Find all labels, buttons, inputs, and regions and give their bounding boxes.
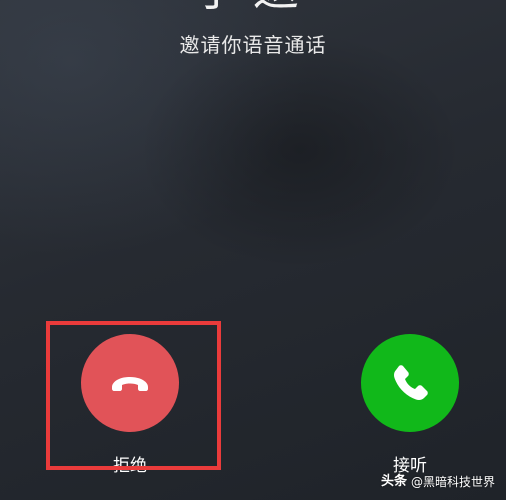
call-subtitle: 邀请你语音通话 [179, 33, 327, 57]
watermark: 头条 @黑暗科技世界 [381, 474, 495, 490]
accept-label: 接听 [393, 456, 427, 476]
watermark-brand: 头条 [380, 474, 407, 489]
accept-button[interactable] [361, 334, 459, 432]
decline-highlight-box [46, 321, 221, 470]
incoming-call-screen: 子返 邀请你语音通话 拒绝 接听 头条 @黑暗科技世界 [0, 0, 506, 500]
watermark-handle: @黑暗科技世界 [410, 475, 495, 489]
caller-name: 子返 [0, 0, 506, 12]
phone-icon [394, 365, 428, 400]
